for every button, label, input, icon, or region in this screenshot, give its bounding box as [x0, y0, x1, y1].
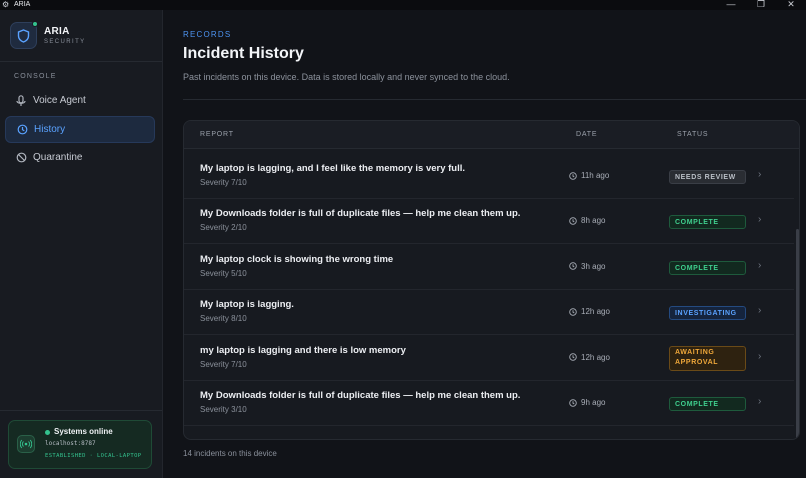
- scrollbar[interactable]: [794, 149, 799, 439]
- incident-report-title: My laptop clock is showing the wrong tim…: [200, 253, 394, 265]
- incident-severity: Severity 7/10: [200, 359, 247, 369]
- table-row[interactable]: My laptop clock is showing the wrong tim…: [184, 245, 794, 290]
- incident-date-text: 9h ago: [581, 398, 606, 407]
- chevron-right-icon[interactable]: ›: [758, 351, 761, 362]
- sidebar-item-voice-agent[interactable]: Voice Agent: [5, 87, 155, 114]
- brand-subtitle: SECURITY: [44, 39, 86, 45]
- incident-count: 14 incidents on this device: [183, 449, 277, 458]
- window-titlebar: ⚙ ARIA — ❐ ✕: [0, 0, 806, 10]
- sidebar-item-history[interactable]: History: [5, 116, 155, 143]
- clock-icon: [569, 217, 577, 225]
- table-body[interactable]: My laptop is lagging, and I feel like th…: [184, 149, 794, 439]
- incident-table: REPORT DATE STATUS My laptop is lagging,…: [183, 120, 800, 440]
- incident-severity: Severity 3/10: [200, 405, 247, 414]
- status-badge: COMPLETE: [669, 397, 746, 411]
- incident-date-text: 8h ago: [581, 216, 606, 226]
- status-badge: COMPLETE: [669, 215, 746, 230]
- incident-report-title: My laptop is lagging.: [200, 299, 294, 311]
- sidebar-divider: [0, 410, 162, 411]
- window-controls: — ❐ ✕: [716, 0, 806, 10]
- minimize-button[interactable]: —: [716, 0, 746, 10]
- status-badge: AWAITING APPROVAL: [669, 345, 746, 371]
- incident-report-title: My Downloads folder is full of duplicate…: [200, 208, 521, 220]
- chevron-right-icon[interactable]: ›: [758, 169, 761, 180]
- table-row[interactable]: My laptop is lagging. Severity 8/10 12h ag…: [184, 290, 794, 336]
- scrollbar-thumb[interactable]: [796, 229, 799, 439]
- incident-severity: Severity 8/10: [200, 314, 247, 324]
- incident-date-text: 11h ago: [581, 171, 610, 180]
- incident-severity: Severity 5/10: [200, 268, 247, 278]
- brand-name: ARIA: [44, 26, 70, 37]
- incident-report-title: My Downloads folder is full of duplicate…: [200, 390, 521, 401]
- status-dot: [45, 430, 50, 435]
- status-badge: INVESTIGATING: [669, 306, 746, 321]
- column-header-date: DATE: [576, 131, 598, 138]
- maximize-button[interactable]: ❐: [746, 0, 776, 10]
- incident-date: 12h ago: [569, 307, 610, 316]
- close-button[interactable]: ✕: [776, 0, 806, 10]
- chevron-right-icon[interactable]: ›: [758, 396, 761, 407]
- sidebar-item-label: Quarantine: [33, 152, 83, 163]
- sidebar: ARIA SECURITY CONSOLE Voice Agent Histor…: [0, 10, 163, 478]
- clock-icon: [569, 307, 577, 316]
- history-icon: [16, 124, 28, 136]
- column-header-report: REPORT: [200, 131, 234, 138]
- clock-icon: [569, 353, 577, 361]
- brand: ARIA SECURITY: [10, 21, 86, 49]
- incident-date-text: 3h ago: [581, 261, 606, 271]
- clock-icon: [569, 398, 577, 407]
- sidebar-section-label: CONSOLE: [14, 73, 57, 80]
- table-header: REPORT DATE STATUS: [184, 121, 799, 149]
- page-subtitle: Past incidents on this device. Data is s…: [183, 72, 510, 82]
- status-title: Systems online: [54, 427, 113, 436]
- sidebar-item-label: History: [34, 124, 66, 135]
- table-row[interactable]: My laptop is lagging, and I feel like th…: [184, 154, 794, 199]
- incident-date: 12h ago: [569, 353, 610, 362]
- page-eyebrow: RECORDS: [183, 30, 232, 39]
- table-row[interactable]: My Downloads folder is full of duplicate…: [184, 381, 794, 426]
- chevron-right-icon[interactable]: ›: [758, 260, 761, 271]
- incident-report-title: my laptop is lagging and there is low me…: [200, 344, 406, 356]
- table-row[interactable]: My Downloads folder is full of duplicate…: [184, 199, 794, 245]
- mic-icon: [15, 94, 27, 107]
- incident-date: 3h ago: [569, 262, 605, 271]
- clock-icon: [569, 171, 577, 180]
- broadcast-icon: [17, 435, 35, 453]
- status-connection: ESTABLISHED · LOCAL-LAPTOP: [45, 453, 142, 459]
- incident-severity: Severity 2/10: [200, 223, 247, 233]
- incident-date: 11h ago: [569, 171, 609, 180]
- incident-date: 8h ago: [569, 216, 605, 225]
- table-row[interactable]: my laptop is lagging and there is low me…: [184, 336, 794, 381]
- column-header-status: STATUS: [677, 131, 709, 138]
- header-divider: [183, 99, 806, 100]
- quarantine-icon: [15, 152, 27, 164]
- app-gear-icon: ⚙: [2, 0, 10, 9]
- status-host: localhost:8787: [45, 440, 96, 447]
- incident-report-title: My laptop is lagging, and I feel like th…: [200, 163, 466, 174]
- status-badge: COMPLETE: [669, 260, 746, 275]
- chevron-right-icon[interactable]: ›: [758, 305, 761, 316]
- sidebar-divider: [0, 61, 162, 62]
- status-badge: NEEDS REVIEW: [669, 170, 746, 184]
- sidebar-item-label: Voice Agent: [33, 95, 86, 106]
- chevron-right-icon[interactable]: ›: [758, 214, 761, 225]
- main-content: RECORDS Incident History Past incidents …: [163, 10, 806, 478]
- shield-logo-icon: [10, 21, 38, 49]
- sidebar-item-quarantine[interactable]: Quarantine: [5, 144, 155, 171]
- system-status-card: Systems online localhost:8787 ESTABLISHE…: [8, 420, 152, 469]
- online-dot: [32, 21, 38, 27]
- clock-icon: [569, 262, 577, 271]
- page-title: Incident History: [183, 45, 304, 62]
- incident-date-text: 12h ago: [581, 307, 610, 317]
- incident-severity: Severity 7/10: [200, 178, 247, 187]
- incident-date: 9h ago: [569, 398, 605, 407]
- window-title: ARIA: [14, 1, 31, 8]
- incident-date-text: 12h ago: [581, 352, 610, 362]
